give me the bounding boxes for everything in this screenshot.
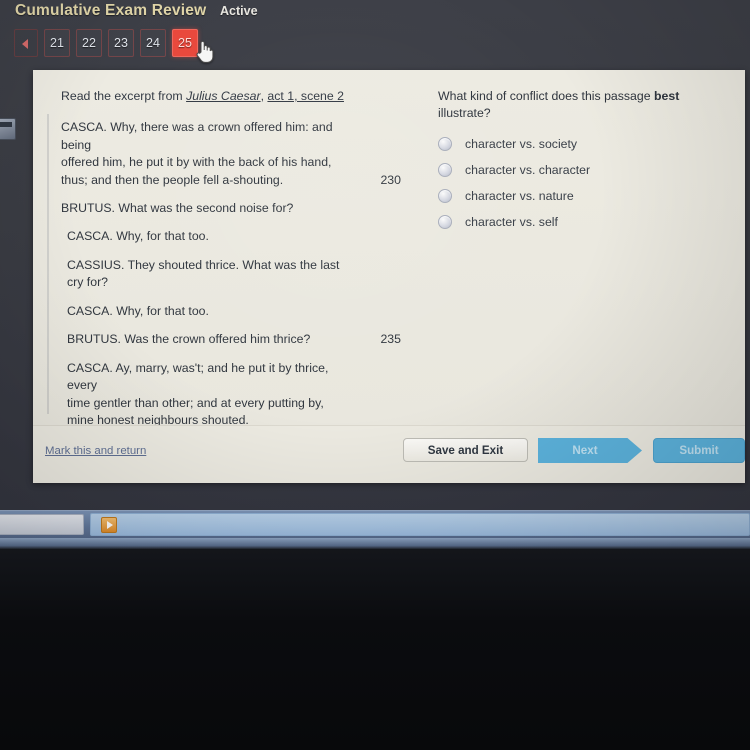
passage-speech: BRUTUS. What was the second noise for?	[61, 200, 401, 217]
submit-button[interactable]: Submit	[653, 438, 745, 463]
passage-line: CASCA. Why, for that too.	[67, 229, 209, 244]
answer-option-label: character vs. nature	[465, 189, 574, 204]
passage-line: CASCA. Why, there was a crown offered hi…	[61, 120, 333, 152]
answer-option-label: character vs. self	[465, 215, 558, 230]
prompt-lead: Read the excerpt from	[61, 89, 187, 103]
question-text-after: illustrate?	[438, 106, 491, 121]
passage-line-number: 235	[380, 332, 401, 347]
screenshot-root: Cumulative Exam Review Active 21 22 23 2…	[0, 0, 750, 750]
page-title: Cumulative Exam Review	[15, 2, 207, 19]
desktop-icon[interactable]	[0, 118, 16, 140]
taskbar-start-button[interactable]	[0, 514, 84, 535]
passage-speech: CASCA. Why, there was a crown offered hi…	[61, 119, 401, 189]
passage-column: Read the excerpt from Julius Caesar, act…	[33, 70, 411, 441]
pager-page-24[interactable]: 24	[140, 29, 166, 57]
passage-line: CASCA. Ay, marry, was't; and he put it b…	[67, 360, 329, 393]
save-and-exit-button[interactable]: Save and Exit	[403, 438, 528, 462]
next-button[interactable]: Next	[538, 438, 642, 463]
question-emphasis: best	[654, 89, 680, 103]
passage-line: CASCA. Why, for that too.	[67, 303, 209, 318]
question-card-body: Read the excerpt from Julius Caesar, act…	[33, 70, 745, 427]
chevron-left-icon	[22, 39, 28, 49]
radio-button-icon[interactable]	[438, 215, 452, 230]
question-text: What kind of conflict does this passage …	[438, 88, 730, 122]
pager-prev-button[interactable]	[14, 29, 38, 57]
passage-speech: CASCA. Why, for that too.	[61, 303, 401, 320]
passage-line: time gentler than other; and at every pu…	[67, 395, 324, 410]
answer-option-2[interactable]: character vs. character	[438, 163, 730, 178]
area-below-monitor	[0, 549, 750, 750]
pager-page-21[interactable]: 21	[44, 29, 70, 57]
question-card-footer: Mark this and return Save and Exit Next …	[33, 425, 745, 483]
passage-line: thus; and then the people fell a-shoutin…	[61, 172, 284, 187]
taskbar-app-item[interactable]	[90, 513, 750, 536]
answer-option-label: character vs. character	[465, 163, 591, 178]
prompt-act-scene[interactable]: act 1, scene 2	[267, 89, 344, 103]
answer-option-3[interactable]: character vs. nature	[438, 189, 730, 204]
passage-line-number: 230	[380, 172, 401, 187]
radio-button-icon[interactable]	[438, 163, 452, 178]
passage-speech: CASSIUS. They shouted thrice. What was t…	[61, 257, 401, 292]
pager-page-23[interactable]: 23	[108, 29, 134, 57]
reading-prompt: Read the excerpt from Julius Caesar, act…	[61, 88, 401, 105]
passage-line: CASSIUS. They shouted thrice. What was t…	[67, 257, 340, 290]
passage-speech: CASCA. Ay, marry, was't; and he put it b…	[61, 360, 401, 430]
passage-line: BRUTUS. What was the second noise for?	[61, 201, 294, 216]
passage-line: BRUTUS. Was the crown offered him thrice…	[67, 332, 311, 347]
answer-option-1[interactable]: character vs. society	[438, 137, 730, 152]
radio-button-icon[interactable]	[438, 137, 452, 152]
status-badge: Active	[220, 4, 258, 18]
mark-this-and-return-link[interactable]: Mark this and return	[45, 445, 146, 457]
question-pager: 21 22 23 24 25	[14, 26, 198, 60]
passage-speech: BRUTUS. Was the crown offered him thrice…	[61, 331, 401, 348]
radio-button-icon[interactable]	[438, 189, 452, 204]
monitor-bezel	[0, 538, 750, 549]
pager-page-22[interactable]: 22	[76, 29, 102, 57]
monitor-screen-area: Cumulative Exam Review Active 21 22 23 2…	[0, 0, 750, 549]
exam-header: Cumulative Exam Review Active	[10, 0, 740, 26]
media-play-icon	[101, 516, 117, 533]
answer-option-4[interactable]: character vs. self	[438, 215, 730, 230]
prompt-work-title[interactable]: Julius Caesar	[186, 89, 261, 103]
answer-option-label: character vs. society	[465, 137, 578, 152]
question-column: What kind of conflict does this passage …	[438, 70, 738, 241]
os-taskbar	[0, 510, 750, 539]
pager-page-25-active[interactable]: 25	[172, 29, 198, 57]
question-card: Read the excerpt from Julius Caesar, act…	[33, 70, 745, 483]
passage-speech: CASCA. Why, for that too.	[61, 228, 401, 245]
passage-line: offered him, he put it by with the back …	[61, 155, 332, 170]
question-text-before: What kind of conflict does this passage	[438, 89, 654, 103]
